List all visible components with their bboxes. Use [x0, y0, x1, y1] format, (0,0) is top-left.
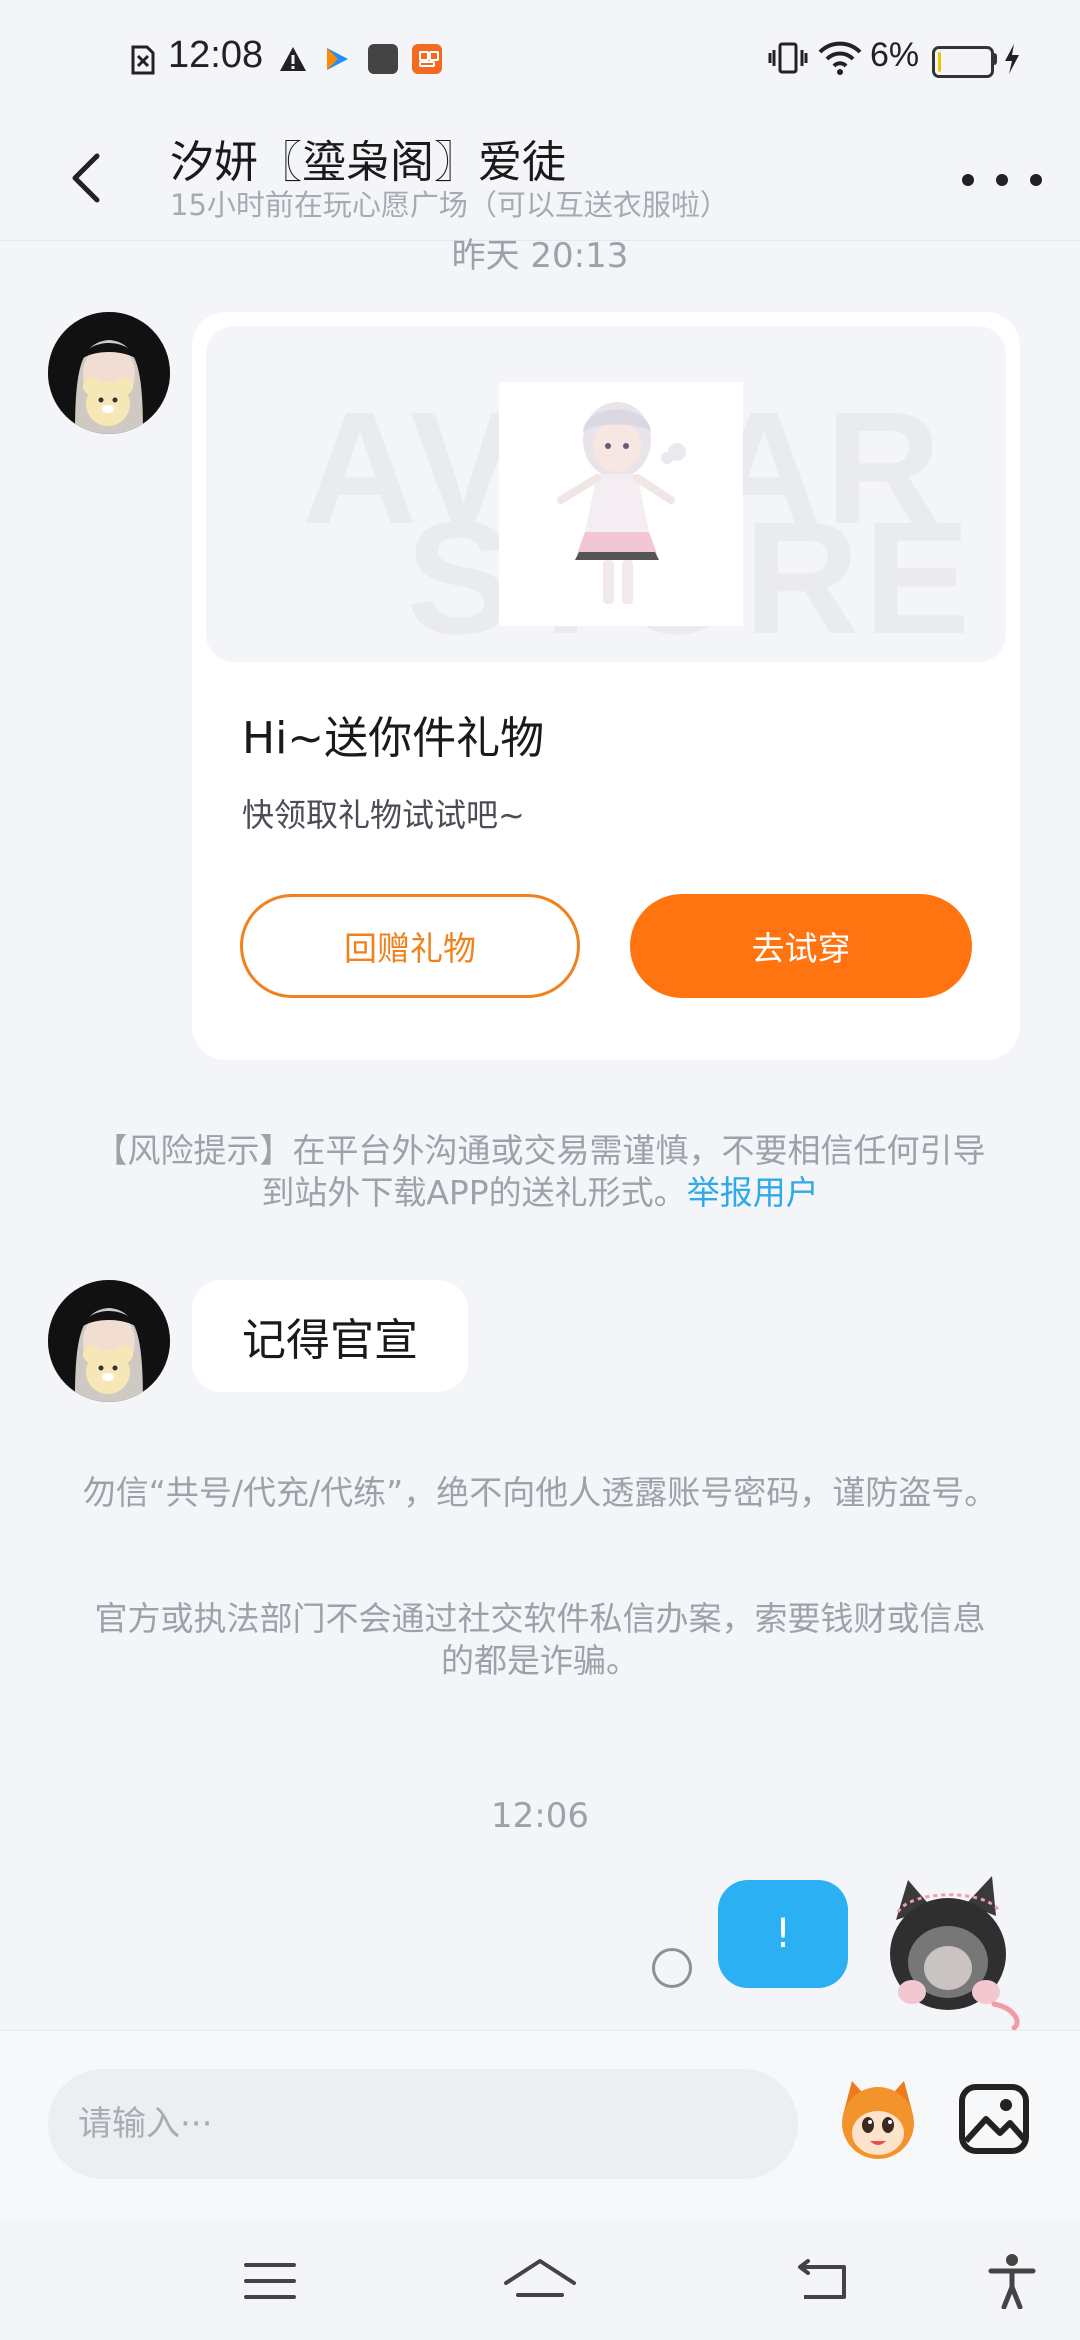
more-dot-icon	[996, 174, 1008, 186]
orange-app-icon	[412, 44, 442, 74]
risk-notice-text: 【风险提示】在平台外沟通或交易需谨慎，不要相信任何引导到站外下载APP的送礼形式…	[94, 1131, 986, 1212]
battery-percent: 6%	[870, 36, 920, 74]
gift-description: 快领取礼物试试吧~	[242, 796, 525, 834]
nav-home-button[interactable]	[500, 2246, 580, 2316]
nav-menu-button[interactable]	[230, 2246, 310, 2316]
message-timestamp: 昨天 20:13	[451, 236, 629, 276]
accessibility-icon	[988, 2254, 1036, 2309]
gift-card[interactable]: AVATAR STORE Hi~送你件礼物 快领取礼物试试吧~ 回赠礼物	[192, 312, 1020, 1060]
nav-back-button[interactable]	[782, 2246, 862, 2316]
emoji-mascot-icon	[842, 2081, 914, 2159]
back-arrow-icon	[72, 153, 100, 203]
chat-header: 汐妍〖瑬枭阁〗爱徒 15小时前在玩心愿广场（可以互送衣服啦）	[0, 120, 1080, 241]
accessibility-button[interactable]	[972, 2246, 1052, 2316]
system-nav-bar	[0, 2220, 1080, 2340]
my-avatar[interactable]	[874, 1872, 1024, 2031]
gift-preview: AVATAR STORE	[206, 326, 1006, 662]
gift-title: Hi~送你件礼物	[242, 713, 545, 764]
message-input[interactable]	[48, 2069, 798, 2179]
wifi-icon	[818, 41, 862, 75]
vibrate-icon	[768, 42, 808, 74]
report-user-link[interactable]: 举报用户	[687, 1173, 819, 1212]
sending-status-icon	[652, 1948, 692, 1988]
cat-avatar-icon	[890, 1876, 1020, 2031]
menu-icon	[244, 2263, 296, 2299]
more-dot-icon	[1030, 174, 1042, 186]
try-on-button[interactable]: 去试穿	[630, 894, 972, 998]
outgoing-message-bubble[interactable]: !	[718, 1880, 848, 1988]
contact-avatar[interactable]	[48, 312, 170, 434]
status-bar: 12:08 6%	[0, 0, 1080, 120]
battery-level	[938, 52, 941, 72]
back-nav-icon	[798, 2259, 846, 2299]
alert-icon	[280, 47, 306, 71]
charging-icon	[1005, 44, 1019, 74]
more-dot-icon	[962, 174, 974, 186]
avatar-image	[48, 312, 170, 434]
message-timestamp: 12:06	[491, 1796, 589, 1836]
gift-item-image	[499, 382, 743, 626]
image-icon	[959, 2084, 1029, 2154]
avatar-image	[48, 1280, 170, 1402]
play-app-icon	[327, 48, 348, 70]
home-icon	[504, 2259, 576, 2297]
incoming-message-bubble[interactable]: 记得官宣	[192, 1280, 468, 1392]
battery-cap	[992, 53, 997, 65]
square-app-icon	[368, 44, 398, 74]
doll-figure-icon	[557, 402, 686, 604]
return-gift-button[interactable]: 回赠礼物	[240, 894, 580, 998]
risk-notice: 【风险提示】在平台外沟通或交易需谨慎，不要相信任何引导到站外下载APP的送礼形式…	[80, 1130, 1000, 1214]
safety-notice: 勿信“共号/代充/代练”，绝不向他人透露账号密码，谨防盗号。	[82, 1473, 998, 1512]
status-time: 12:08	[168, 34, 264, 76]
contact-avatar[interactable]	[48, 1280, 170, 1402]
input-bar	[0, 2030, 1080, 2221]
sim-off-icon	[131, 45, 155, 75]
more-options-button[interactable]	[962, 150, 1042, 210]
back-button[interactable]	[52, 138, 122, 218]
contact-status: 15小时前在玩心愿广场（可以互送衣服啦）	[170, 188, 729, 222]
safety-notice: 官方或执法部门不会通过社交软件私信办案，索要钱财或信息的都是诈骗。	[94, 1599, 986, 1680]
contact-name[interactable]: 汐妍〖瑬枭阁〗爱徒	[170, 126, 566, 190]
battery-icon	[932, 46, 994, 78]
image-button[interactable]	[956, 2081, 1032, 2157]
emoji-button[interactable]	[830, 2071, 926, 2167]
